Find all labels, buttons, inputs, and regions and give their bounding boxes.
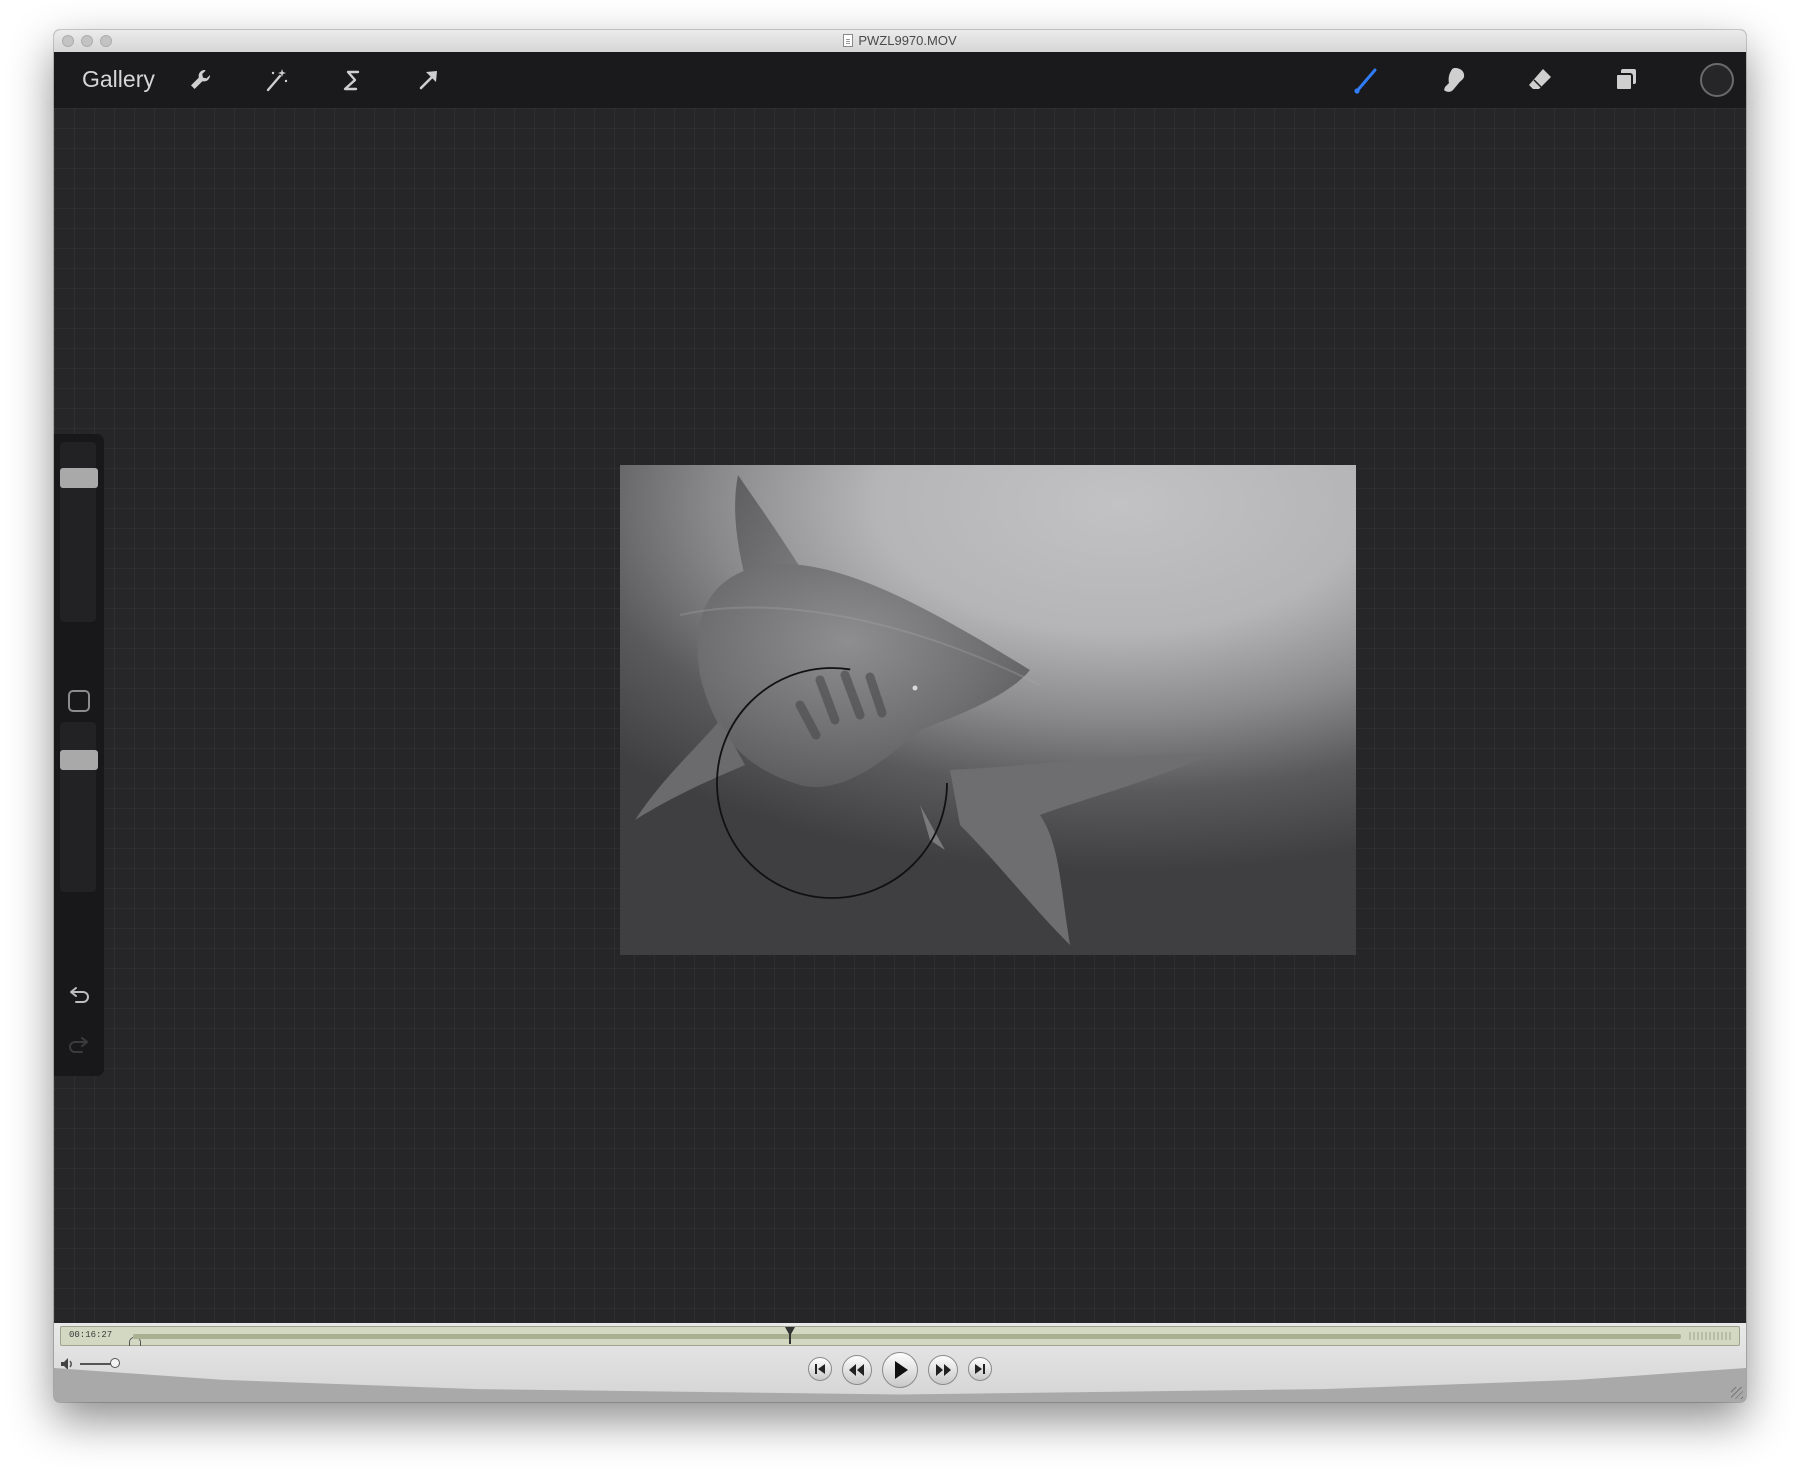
player-window: PWZL9970.MOV Gallery 00:16:27: [54, 30, 1746, 1402]
transform-arrow-icon[interactable]: [412, 64, 444, 96]
layers-icon[interactable]: [1610, 64, 1642, 96]
app-toolbar: Gallery: [54, 52, 1746, 108]
artwork-canvas[interactable]: [620, 465, 1356, 955]
magic-wand-icon[interactable]: [260, 64, 292, 96]
timeline-scrubber[interactable]: 00:16:27: [60, 1326, 1740, 1346]
gallery-button[interactable]: Gallery: [82, 66, 155, 93]
color-swatch[interactable]: [1700, 63, 1734, 97]
timecode-display: 00:16:27: [69, 1330, 113, 1340]
opacity-slider[interactable]: [60, 722, 96, 892]
volume-knob[interactable]: [110, 1358, 120, 1368]
play-icon: [895, 1361, 908, 1379]
playhead-line: [789, 1333, 791, 1344]
eraser-icon[interactable]: [1524, 64, 1556, 96]
redo-icon[interactable]: [65, 1032, 93, 1060]
fast-forward-button[interactable]: [928, 1355, 958, 1385]
brush-icon[interactable]: [1350, 64, 1382, 96]
play-button[interactable]: [882, 1352, 918, 1388]
opacity-handle[interactable]: [60, 750, 98, 770]
document-icon: [843, 34, 854, 47]
skip-to-start-icon: [815, 1364, 825, 1374]
modify-button[interactable]: [68, 690, 90, 712]
smudge-icon[interactable]: [1438, 64, 1470, 96]
canvas-area[interactable]: [54, 108, 1746, 1323]
window-title-text: PWZL9970.MOV: [858, 33, 957, 48]
selection-icon[interactable]: [336, 64, 368, 96]
skip-to-start-button[interactable]: [808, 1357, 832, 1381]
resize-grip[interactable]: [1731, 1387, 1743, 1399]
rewind-icon: [849, 1364, 864, 1376]
skip-to-end-icon: [975, 1364, 985, 1374]
window-title: PWZL9970.MOV: [54, 33, 1746, 48]
fast-forward-icon: [936, 1364, 951, 1376]
undo-icon[interactable]: [65, 982, 93, 1010]
sidebar: [54, 434, 104, 1076]
rewind-button[interactable]: [842, 1355, 872, 1385]
wrench-icon[interactable]: [184, 64, 216, 96]
skip-to-end-button[interactable]: [968, 1357, 992, 1381]
timeline-track[interactable]: [133, 1334, 1681, 1339]
title-bar: PWZL9970.MOV: [54, 30, 1746, 53]
shark-painting: [635, 475, 1215, 945]
brush-size-handle[interactable]: [60, 468, 98, 488]
playback-controls: 00:16:27: [54, 1323, 1746, 1402]
timeline-end-region: [1689, 1332, 1733, 1340]
